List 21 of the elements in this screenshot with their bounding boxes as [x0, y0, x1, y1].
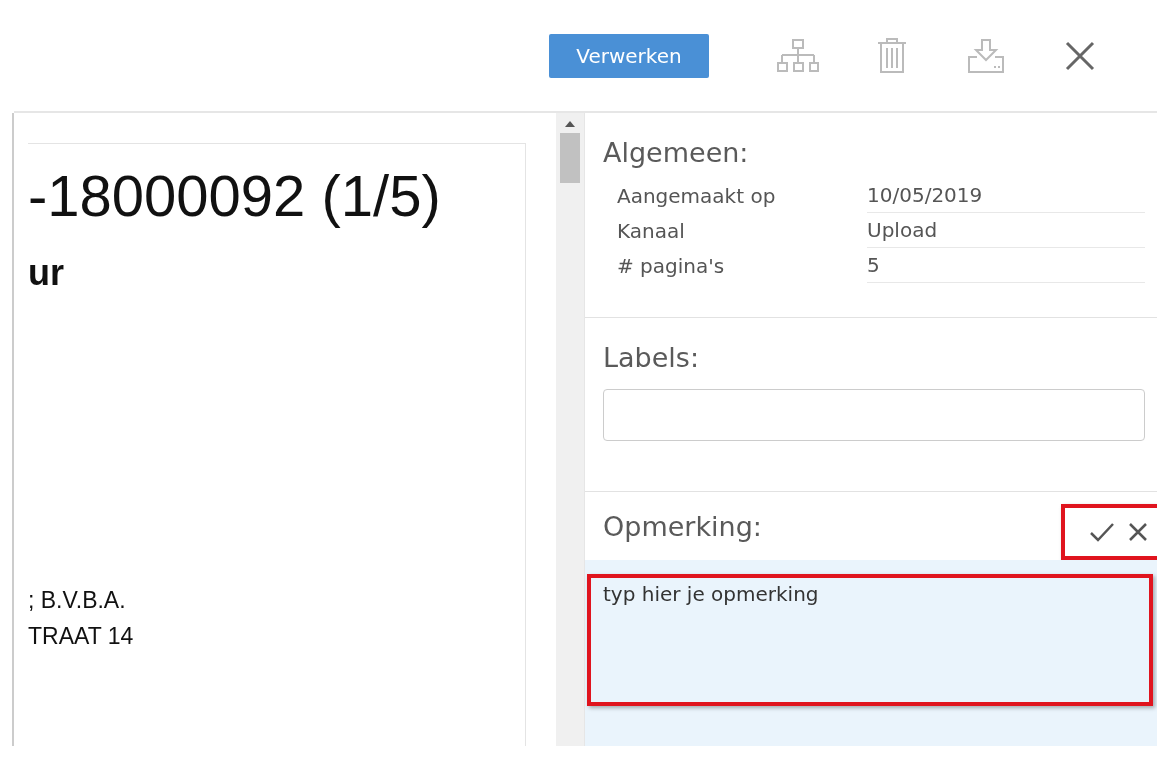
document-text: -18000092 (1/5)	[28, 162, 442, 230]
document-text: ; B.V.B.A.	[28, 586, 127, 615]
labels-field[interactable]	[603, 389, 1145, 441]
comment-field[interactable]: typ hier je opmerking	[587, 574, 1153, 706]
scrollbar-thumb[interactable]	[560, 133, 580, 183]
field-value: 5	[867, 248, 1145, 283]
field-value: Upload	[867, 213, 1145, 248]
section-title: Opmerking:	[603, 510, 762, 542]
download-icon	[968, 38, 1004, 73]
scroll-up-icon	[565, 121, 575, 127]
document-text: TRAAT 14	[28, 622, 135, 651]
section-title: Labels:	[603, 342, 700, 373]
field-label: # pagina's	[617, 253, 726, 278]
close-icon	[1065, 40, 1095, 71]
field-label: Aangemaakt op	[617, 183, 777, 208]
document-text: ur	[28, 252, 65, 294]
hierarchy-icon	[777, 38, 819, 73]
field-value: 10/05/2019	[867, 178, 1145, 213]
field-label: Kanaal	[617, 218, 686, 243]
trash-icon	[877, 37, 907, 74]
section-title: Algemeen:	[603, 137, 750, 168]
